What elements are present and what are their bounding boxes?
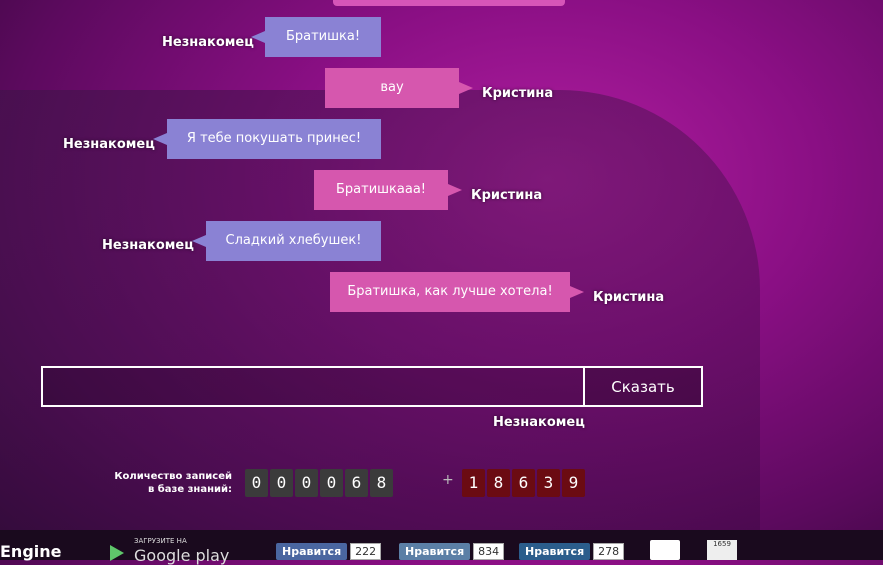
- liveinternet-icon[interactable]: [650, 540, 680, 560]
- vk-like-button[interactable]: Нравится: [399, 543, 471, 560]
- speaker-mode-label[interactable]: Незнакомец: [493, 415, 585, 430]
- counter-digit: 0: [270, 469, 293, 497]
- counter-digit: 8: [370, 469, 393, 497]
- counter-digit: 1: [462, 469, 485, 497]
- speaker-name: Незнакомец: [162, 35, 254, 50]
- message-bubble: Я тебе покушать принес!: [153, 119, 381, 159]
- counter-digit: 3: [537, 469, 560, 497]
- counter-digit: 0: [320, 469, 343, 497]
- message-bubble: Братишка, как лучше хотела!: [330, 272, 584, 312]
- vk-like-count: 834: [473, 543, 505, 560]
- facebook-like-button[interactable]: Нравится: [276, 543, 348, 560]
- send-button[interactable]: Сказать: [583, 366, 703, 407]
- message-bubble: Братишка!: [251, 17, 381, 57]
- google-play-caption[interactable]: ЗАГРУЗИТЕ НА: [134, 537, 187, 545]
- knowledge-base-count-label: Количество записей в базе знаний:: [114, 471, 232, 495]
- vk-like[interactable]: Нравится 834: [399, 543, 505, 560]
- message-bubble: Братишкааа!: [314, 170, 462, 210]
- counter-digit: 0: [245, 469, 268, 497]
- message-bubble: вау: [325, 68, 473, 108]
- counter-digit: 6: [512, 469, 535, 497]
- facebook-like-count: 222: [350, 543, 382, 560]
- engine-logo[interactable]: Engine: [0, 542, 62, 561]
- speaker-name: Кристина: [471, 188, 543, 203]
- message-bubble: Сладкий хлебушек!: [192, 221, 381, 261]
- top-bubble-edge: [333, 0, 565, 6]
- google-play-icon[interactable]: [110, 545, 124, 561]
- records-counter: 0 0 0 0 6 8: [245, 469, 393, 497]
- counter-digit: 6: [345, 469, 368, 497]
- speaker-name: Незнакомец: [63, 137, 155, 152]
- facebook-like[interactable]: Нравится 222: [276, 543, 382, 560]
- speaker-name: Кристина: [593, 290, 665, 305]
- speaker-name: Незнакомец: [102, 238, 194, 253]
- counter-digit: 8: [487, 469, 510, 497]
- counter-digit: 0: [295, 469, 318, 497]
- mailru-like-count: 278: [593, 543, 625, 560]
- google-play-link[interactable]: Google play: [134, 546, 229, 565]
- mailru-like-button[interactable]: Нравится: [519, 543, 591, 560]
- total-counter: 1 8 6 3 9: [462, 469, 585, 497]
- chat-input[interactable]: [41, 366, 585, 407]
- counter-digit: 9: [562, 469, 585, 497]
- mailru-like[interactable]: Нравится 278: [519, 543, 625, 560]
- stats-counter[interactable]: 1659: [707, 540, 737, 560]
- plus-sign: +: [442, 472, 454, 488]
- speaker-name: Кристина: [482, 86, 554, 101]
